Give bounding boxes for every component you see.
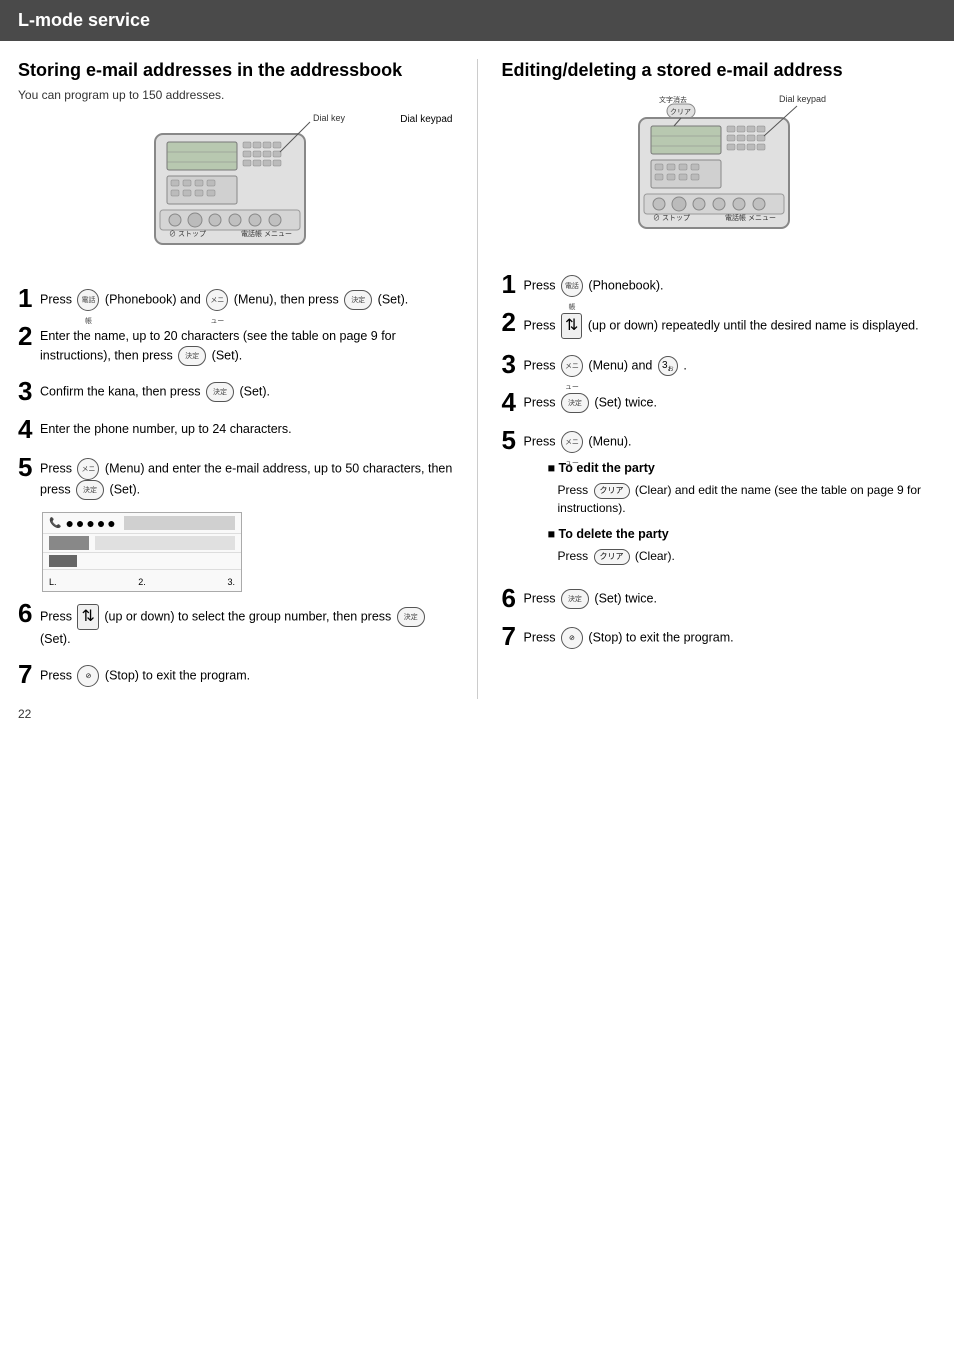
edit-delete-options: ■ To edit the party Press クリア (Clear) an… <box>548 459 937 565</box>
clear-btn-edit: クリア <box>594 483 630 499</box>
right-step-7: 7 Press ⊘ (Stop) to exit the program. <box>502 623 937 649</box>
right-step-4: 4 Press 決定 (Set) twice. <box>502 389 937 415</box>
right-step-2: 2 Press ⇅ (up or down) repeatedly until … <box>502 309 937 339</box>
menu-btn-r3: メニュー <box>561 355 583 377</box>
to-edit-content: Press クリア (Clear) and edit the name (see… <box>558 481 937 517</box>
set-btn-r6: 決定 <box>561 589 589 609</box>
right-section-title: Editing/deleting a stored e-mail address <box>502 59 937 82</box>
left-fax-svg: ⊘ ストップ 電話帳 メニュー Dial keypad <box>125 114 345 274</box>
left-dial-keypad-label: Dial keypad <box>400 114 452 125</box>
page-title: L-mode service <box>18 10 150 30</box>
set-btn-r4: 決定 <box>561 393 589 413</box>
right-step-3: 3 Press メニュー (Menu) and 3お . <box>502 351 937 377</box>
left-step-7: 7 Press ⊘ (Stop) to exit the program. <box>18 661 453 687</box>
right-step-1: 1 Press 電話帳 (Phonebook). <box>502 271 937 297</box>
right-fax-svg: 文字消去 クリア <box>609 90 829 260</box>
phonebook-btn: 電話帳 <box>77 289 99 311</box>
left-section: Storing e-mail addresses in the addressb… <box>18 59 478 699</box>
arrow-updown-btn: ⇅ <box>77 604 98 630</box>
stop-btn-left: ⊘ <box>77 665 99 687</box>
menu-btn-5: メニュー <box>77 458 99 480</box>
to-delete-content: Press クリア (Clear). <box>558 547 937 565</box>
stop-btn-right: ⊘ <box>561 627 583 649</box>
phonebook-btn-r: 電話帳 <box>561 275 583 297</box>
screen-preview: 📞 ●●●●● L. 2. 3. <box>42 512 242 592</box>
left-device-diagram: Dial keypad <box>18 114 453 277</box>
right-device-diagram: 文字消去 クリア <box>502 90 937 263</box>
left-step-4: 4 Enter the phone number, up to 24 chara… <box>18 416 453 442</box>
right-step-6: 6 Press 決定 (Set) twice. <box>502 585 937 611</box>
left-step-5: 5 Press メニュー (Menu) and enter the e-mail… <box>18 454 453 500</box>
to-edit-party: ■ To edit the party Press クリア (Clear) an… <box>548 459 937 517</box>
svg-text:電話帳 メニュー: 電話帳 メニュー <box>241 229 292 238</box>
header-bar: L-mode service <box>0 0 954 41</box>
left-section-title: Storing e-mail addresses in the addressb… <box>18 59 453 82</box>
set-btn: 決定 <box>344 290 372 310</box>
left-step-2: 2 Enter the name, up to 20 characters (s… <box>18 323 453 366</box>
set-btn-6: 決定 <box>397 607 425 627</box>
left-subtitle: You can program up to 150 addresses. <box>18 88 453 102</box>
clear-btn-delete: クリア <box>594 549 630 565</box>
set-btn-5: 決定 <box>76 480 104 500</box>
menu-btn: メニュー <box>206 289 228 311</box>
left-step-6: 6 Press ⇅ (up or down) to select the gro… <box>18 600 453 649</box>
svg-text:電話帳 メニュー: 電話帳 メニュー <box>725 213 776 222</box>
three-btn: 3お <box>658 356 678 376</box>
svg-text:文字消去: 文字消去 <box>659 95 687 104</box>
page-number: 22 <box>0 699 954 729</box>
svg-text:⊘ ストップ: ⊘ ストップ <box>169 230 206 238</box>
left-step-3: 3 Confirm the kana, then press 決定 (Set). <box>18 378 453 404</box>
step1-press: Press <box>40 293 75 307</box>
to-delete-title: ■ To delete the party <box>548 525 937 544</box>
set-btn-2: 決定 <box>178 346 206 366</box>
to-delete-party: ■ To delete the party Press クリア (Clear). <box>548 525 937 565</box>
menu-btn-r5: メニュー <box>561 431 583 453</box>
right-section: Editing/deleting a stored e-mail address… <box>478 59 937 699</box>
right-step-5: 5 Press メニュー (Menu). ■ To edit the party… <box>502 427 937 573</box>
svg-text:クリア: クリア <box>670 108 691 116</box>
set-btn-3: 決定 <box>206 382 234 402</box>
svg-text:Dial keypad: Dial keypad <box>779 94 826 104</box>
svg-text:Dial keypad: Dial keypad <box>313 114 345 123</box>
svg-text:⊘ ストップ: ⊘ ストップ <box>653 214 690 222</box>
left-step-1: 1 Press 電話帳 (Phonebook) and メニュー (Menu),… <box>18 285 453 311</box>
to-edit-title: ■ To edit the party <box>548 459 937 478</box>
arrow-updown-btn-r: ⇅ <box>561 313 582 339</box>
